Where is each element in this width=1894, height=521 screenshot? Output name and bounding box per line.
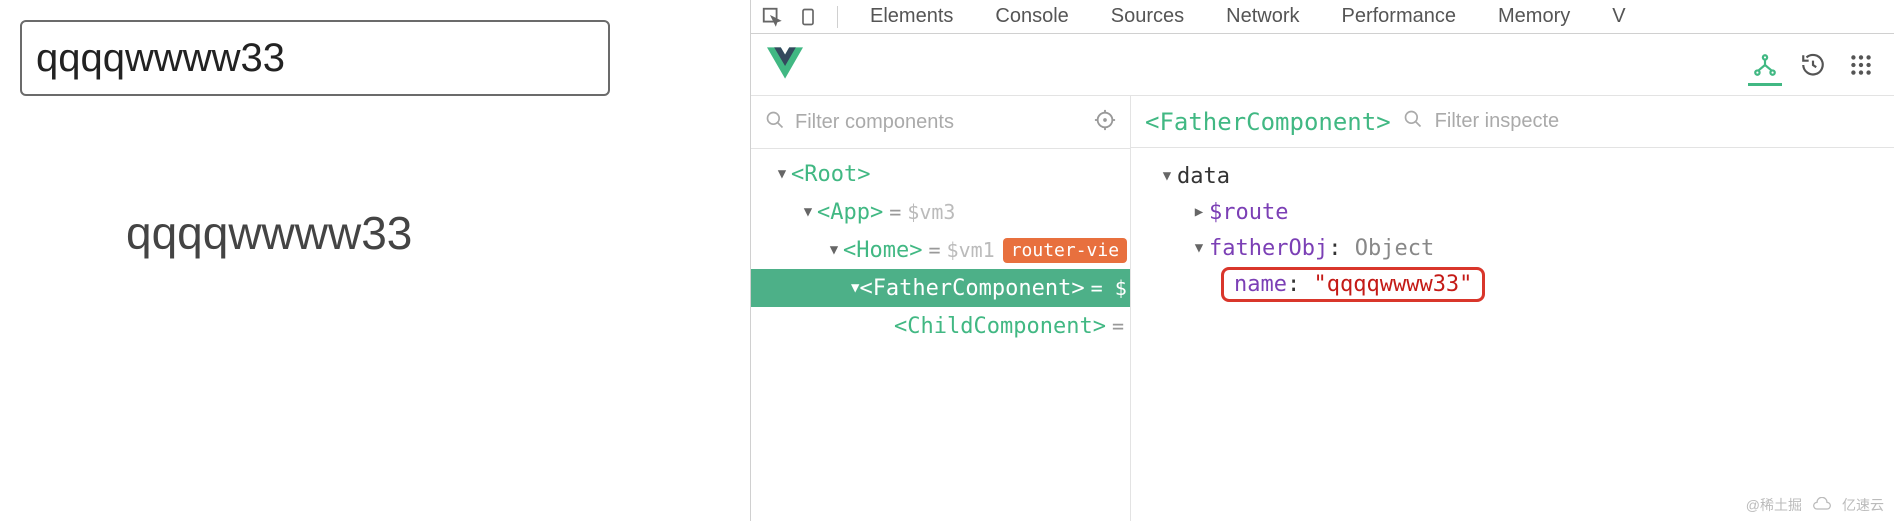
tab-console[interactable]: Console: [977, 5, 1086, 28]
node-label: App: [830, 200, 870, 225]
watermark-right: 亿速云: [1842, 495, 1884, 515]
vue-logo-icon: [767, 47, 803, 83]
inspector-data: ▼ data ▶ $route ▼ fatherObj: Object name…: [1131, 148, 1894, 312]
data-value: "qqqqwwww33": [1313, 272, 1472, 297]
tree-node-app[interactable]: ▼ <App> =$vm3: [751, 193, 1130, 231]
inspected-component-name: <FatherComponent>: [1145, 108, 1391, 136]
devtools-panel: Elements Console Sources Network Perform…: [750, 0, 1894, 521]
tab-vue-cut[interactable]: V: [1594, 5, 1643, 28]
search-icon: [1403, 109, 1423, 134]
vue-devtools-header: [751, 34, 1894, 96]
component-search-row: [751, 96, 1130, 148]
section-label: data: [1177, 164, 1230, 189]
data-route[interactable]: ▶ $route: [1145, 194, 1880, 230]
data-section[interactable]: ▼ data: [1145, 158, 1880, 194]
node-label: Home: [856, 238, 909, 263]
tab-elements[interactable]: Elements: [852, 5, 971, 28]
node-label: ChildComponent: [907, 314, 1092, 339]
vm-ref: = $: [1091, 276, 1127, 300]
tree-node-father-selected[interactable]: ▼ <FatherComponent> = $: [751, 269, 1130, 307]
app-text-input[interactable]: [20, 20, 610, 96]
tab-performance[interactable]: Performance: [1324, 5, 1475, 28]
device-icon[interactable]: [793, 2, 823, 32]
data-name-row[interactable]: name: "qqqqwwww33": [1145, 266, 1880, 302]
highlighted-value: name: "qqqqwwww33": [1221, 267, 1485, 302]
timeline-tab-icon[interactable]: [1796, 48, 1830, 82]
component-tree-pane: ▼ <Root> ▼ <App> =$vm3 ▼ <Home> =$vm1 ro…: [751, 96, 1131, 521]
component-tree: ▼ <Root> ▼ <App> =$vm3 ▼ <Home> =$vm1 ro…: [751, 149, 1130, 345]
chevron-down-icon[interactable]: ▼: [1157, 168, 1177, 184]
tab-sources[interactable]: Sources: [1093, 5, 1202, 28]
data-fatherobj[interactable]: ▼ fatherObj: Object: [1145, 230, 1880, 266]
target-icon[interactable]: [1094, 109, 1116, 136]
chevron-down-icon[interactable]: ▼: [773, 166, 791, 182]
data-key: name: [1234, 272, 1287, 297]
app-display-text: qqqqwwww33: [126, 206, 730, 260]
tabs-separator: [837, 6, 838, 28]
tree-node-child[interactable]: <ChildComponent> =: [751, 307, 1130, 345]
vm-ref: $vm1: [947, 238, 995, 262]
search-icon: [765, 110, 785, 135]
router-view-badge: router-vie: [1003, 238, 1127, 263]
node-label: Root: [804, 162, 857, 187]
cloud-icon: [1812, 497, 1832, 514]
tree-node-home[interactable]: ▼ <Home> =$vm1 router-vie: [751, 231, 1130, 269]
watermark-left: @稀土掘: [1746, 495, 1802, 515]
chevron-down-icon[interactable]: ▼: [1189, 240, 1209, 256]
inspector-filter-input[interactable]: [1435, 110, 1880, 133]
app-pane: qqqqwwww33: [0, 0, 750, 521]
vue-panel-body: ▼ <Root> ▼ <App> =$vm3 ▼ <Home> =$vm1 ro…: [751, 96, 1894, 521]
tab-memory[interactable]: Memory: [1480, 5, 1588, 28]
inspect-icon[interactable]: [757, 2, 787, 32]
node-label: FatherComponent: [873, 276, 1072, 301]
more-tab-icon[interactable]: [1844, 48, 1878, 82]
watermark: @稀土掘 亿速云: [1746, 495, 1884, 515]
chevron-right-icon[interactable]: ▶: [1189, 204, 1209, 220]
vm-ref: $vm3: [907, 200, 955, 224]
data-key: $route: [1209, 200, 1288, 225]
inspector-header: <FatherComponent>: [1131, 96, 1894, 148]
data-type: Object: [1355, 236, 1434, 261]
tree-node-root[interactable]: ▼ <Root>: [751, 155, 1130, 193]
data-key: fatherObj: [1209, 236, 1328, 261]
vm-ref: =: [1112, 314, 1124, 338]
chevron-down-icon[interactable]: ▼: [825, 242, 843, 258]
chevron-down-icon[interactable]: ▼: [851, 280, 859, 296]
chevron-down-icon[interactable]: ▼: [799, 204, 817, 220]
tab-network[interactable]: Network: [1208, 5, 1317, 28]
components-tab-icon[interactable]: [1748, 52, 1782, 86]
inspector-pane: <FatherComponent> ▼ data ▶ $route: [1131, 96, 1894, 521]
component-filter-input[interactable]: [795, 111, 1084, 134]
devtools-tabs: Elements Console Sources Network Perform…: [751, 0, 1894, 34]
